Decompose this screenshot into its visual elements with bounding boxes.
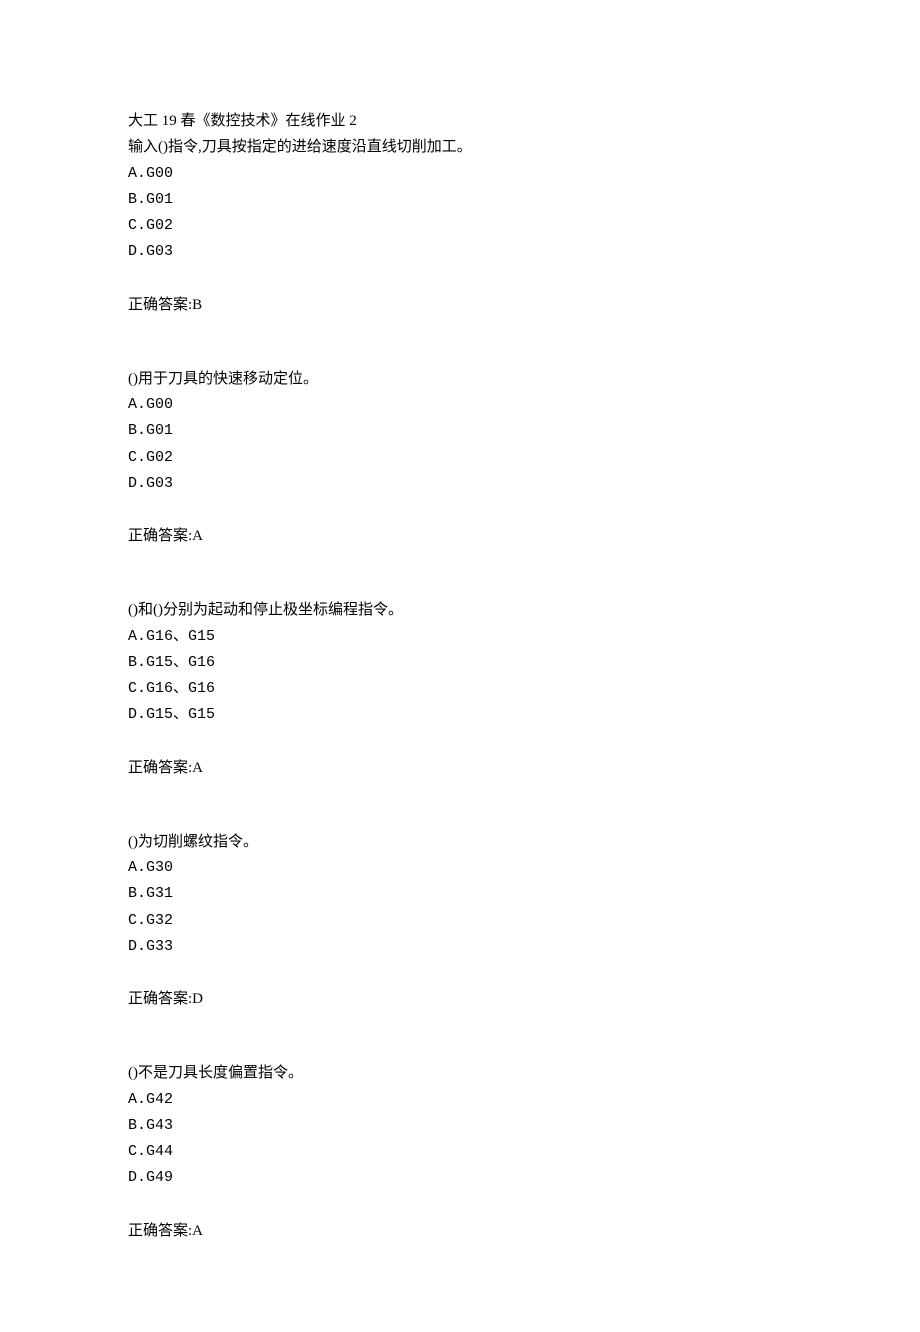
question-stem: 输入()指令,刀具按指定的进给速度沿直线切削加工。	[128, 134, 792, 160]
option-d: D.G03	[128, 239, 792, 265]
option-b: B.G31	[128, 881, 792, 907]
page-title: 大工 19 春《数控技术》在线作业 2	[128, 108, 792, 134]
option-b: B.G01	[128, 187, 792, 213]
question-block: ()用于刀具的快速移动定位。 A.G00 B.G01 C.G02 D.G03 正…	[128, 366, 792, 550]
option-d: D.G15、G15	[128, 702, 792, 728]
option-a: A.G00	[128, 161, 792, 187]
correct-answer: 正确答案:A	[128, 1218, 792, 1244]
correct-answer: 正确答案:D	[128, 986, 792, 1012]
option-a: A.G42	[128, 1087, 792, 1113]
question-stem: ()为切削螺纹指令。	[128, 829, 792, 855]
option-a: A.G30	[128, 855, 792, 881]
option-c: C.G02	[128, 213, 792, 239]
option-c: C.G16、G16	[128, 676, 792, 702]
correct-answer: 正确答案:B	[128, 292, 792, 318]
question-block: ()为切削螺纹指令。 A.G30 B.G31 C.G32 D.G33 正确答案:…	[128, 829, 792, 1013]
option-d: D.G33	[128, 934, 792, 960]
option-b: B.G43	[128, 1113, 792, 1139]
option-a: A.G00	[128, 392, 792, 418]
question-block: ()和()分别为起动和停止极坐标编程指令。 A.G16、G15 B.G15、G1…	[128, 597, 792, 781]
option-c: C.G02	[128, 445, 792, 471]
option-b: B.G01	[128, 418, 792, 444]
question-stem: ()不是刀具长度偏置指令。	[128, 1060, 792, 1086]
option-b: B.G15、G16	[128, 650, 792, 676]
correct-answer: 正确答案:A	[128, 523, 792, 549]
option-d: D.G49	[128, 1165, 792, 1191]
correct-answer: 正确答案:A	[128, 755, 792, 781]
question-stem: ()和()分别为起动和停止极坐标编程指令。	[128, 597, 792, 623]
option-a: A.G16、G15	[128, 624, 792, 650]
option-c: C.G32	[128, 908, 792, 934]
question-block: ()不是刀具长度偏置指令。 A.G42 B.G43 C.G44 D.G49 正确…	[128, 1060, 792, 1244]
question-stem: ()用于刀具的快速移动定位。	[128, 366, 792, 392]
question-block: 输入()指令,刀具按指定的进给速度沿直线切削加工。 A.G00 B.G01 C.…	[128, 134, 792, 318]
option-c: C.G44	[128, 1139, 792, 1165]
option-d: D.G03	[128, 471, 792, 497]
